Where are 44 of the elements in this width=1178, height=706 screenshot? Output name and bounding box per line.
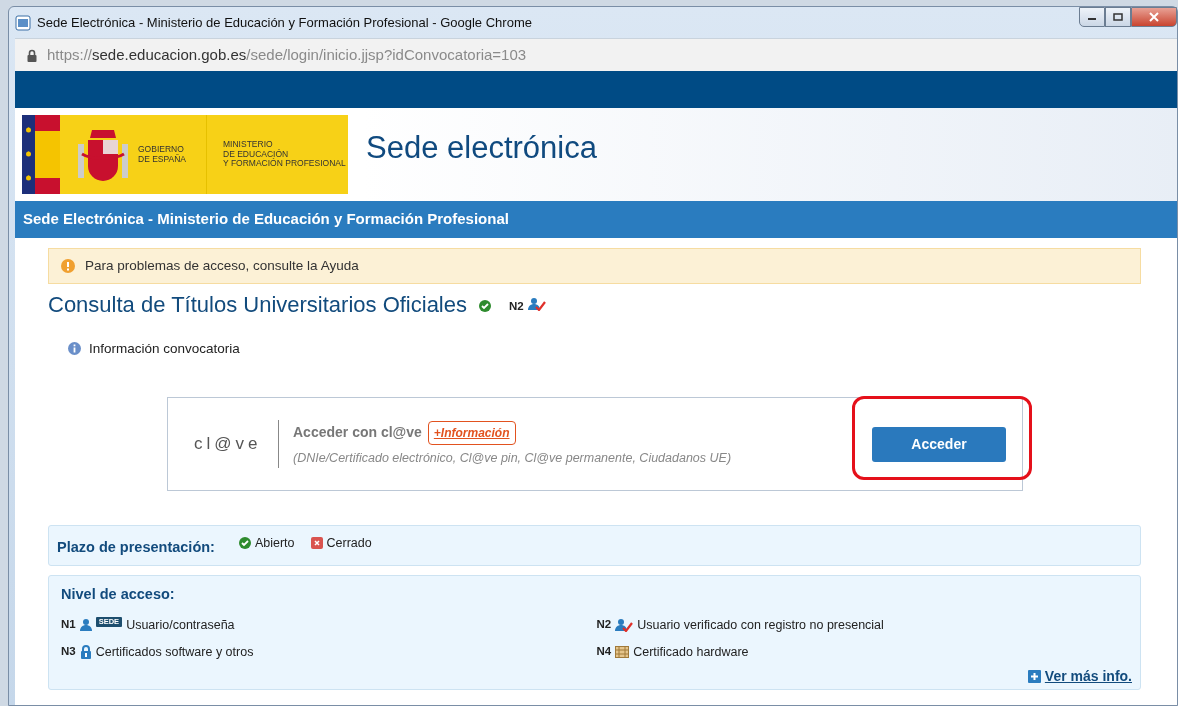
user-check-icon — [615, 618, 634, 632]
level-label: Certificados software y otros — [95, 643, 254, 661]
minimize-button[interactable] — [1079, 7, 1105, 27]
page-title: Consulta de Títulos Universitarios Oficiales — [48, 290, 467, 319]
access-button[interactable]: Acceder — [872, 426, 1006, 462]
clave-logo: cl@ve — [194, 433, 263, 456]
more-info-button[interactable]: +Información — [427, 420, 516, 445]
close-square-icon — [310, 537, 323, 550]
app-icon — [15, 14, 31, 31]
section-bar: Sede Electrónica - Ministerio de Educación y Formación Profesional — [15, 201, 1177, 238]
maximize-button[interactable] — [1105, 7, 1131, 27]
close-button[interactable] — [1131, 7, 1177, 27]
info-icon — [68, 342, 81, 356]
site-title: Sede electrónica — [366, 129, 597, 168]
level-label: Usuario verificado con registro no presencial — [637, 616, 884, 634]
close-icon — [1149, 12, 1159, 22]
warning-icon — [61, 258, 75, 273]
user-check-icon — [527, 297, 546, 312]
plus-icon — [1027, 669, 1041, 683]
level-code: N4 — [596, 644, 612, 660]
login-heading: Acceder con cl@ve — [293, 423, 422, 443]
info-link[interactable]: Información convocatoria — [89, 338, 240, 359]
logo-text: MINISTERIO DE EDUCACIÓN Y FORMACIÓN PROFESIONAL — [223, 137, 346, 171]
level-label: Usuario/contraseña — [126, 616, 235, 634]
level-label: Certificado hardware — [633, 643, 749, 661]
check-icon — [238, 537, 251, 550]
window-title: Sede Electrónica - Ministerio de Educación y Formación Profesional - Google Chrome — [37, 13, 532, 32]
level-code: N1 — [61, 617, 76, 633]
access-label: Nivel de acceso: — [61, 584, 176, 604]
deadline-label: Plazo de presentación: — [57, 538, 215, 557]
maximize-icon — [1113, 13, 1123, 21]
legend-label: Abierto — [254, 535, 295, 552]
level-label: N2 — [509, 298, 524, 314]
login-methods: (DNIe/Certificado electrónico, Cl@ve pin, Cl@ve permanente, Ciudadanos UE) — [293, 449, 732, 467]
lock-icon — [27, 48, 37, 62]
level-code: N3 — [61, 644, 76, 660]
chip-icon — [615, 646, 630, 658]
legend-label: Cerrado — [326, 535, 372, 552]
level-code: N2 — [596, 617, 612, 633]
user-icon — [79, 618, 92, 632]
alert-text: Para problemas de acceso, consulte la Ayuda — [85, 256, 359, 275]
more-info-link[interactable]: Ver más info. — [1044, 665, 1132, 687]
logo-text: GOBIERNO DE ESPAÑA — [138, 115, 208, 194]
lock-icon — [79, 645, 92, 659]
